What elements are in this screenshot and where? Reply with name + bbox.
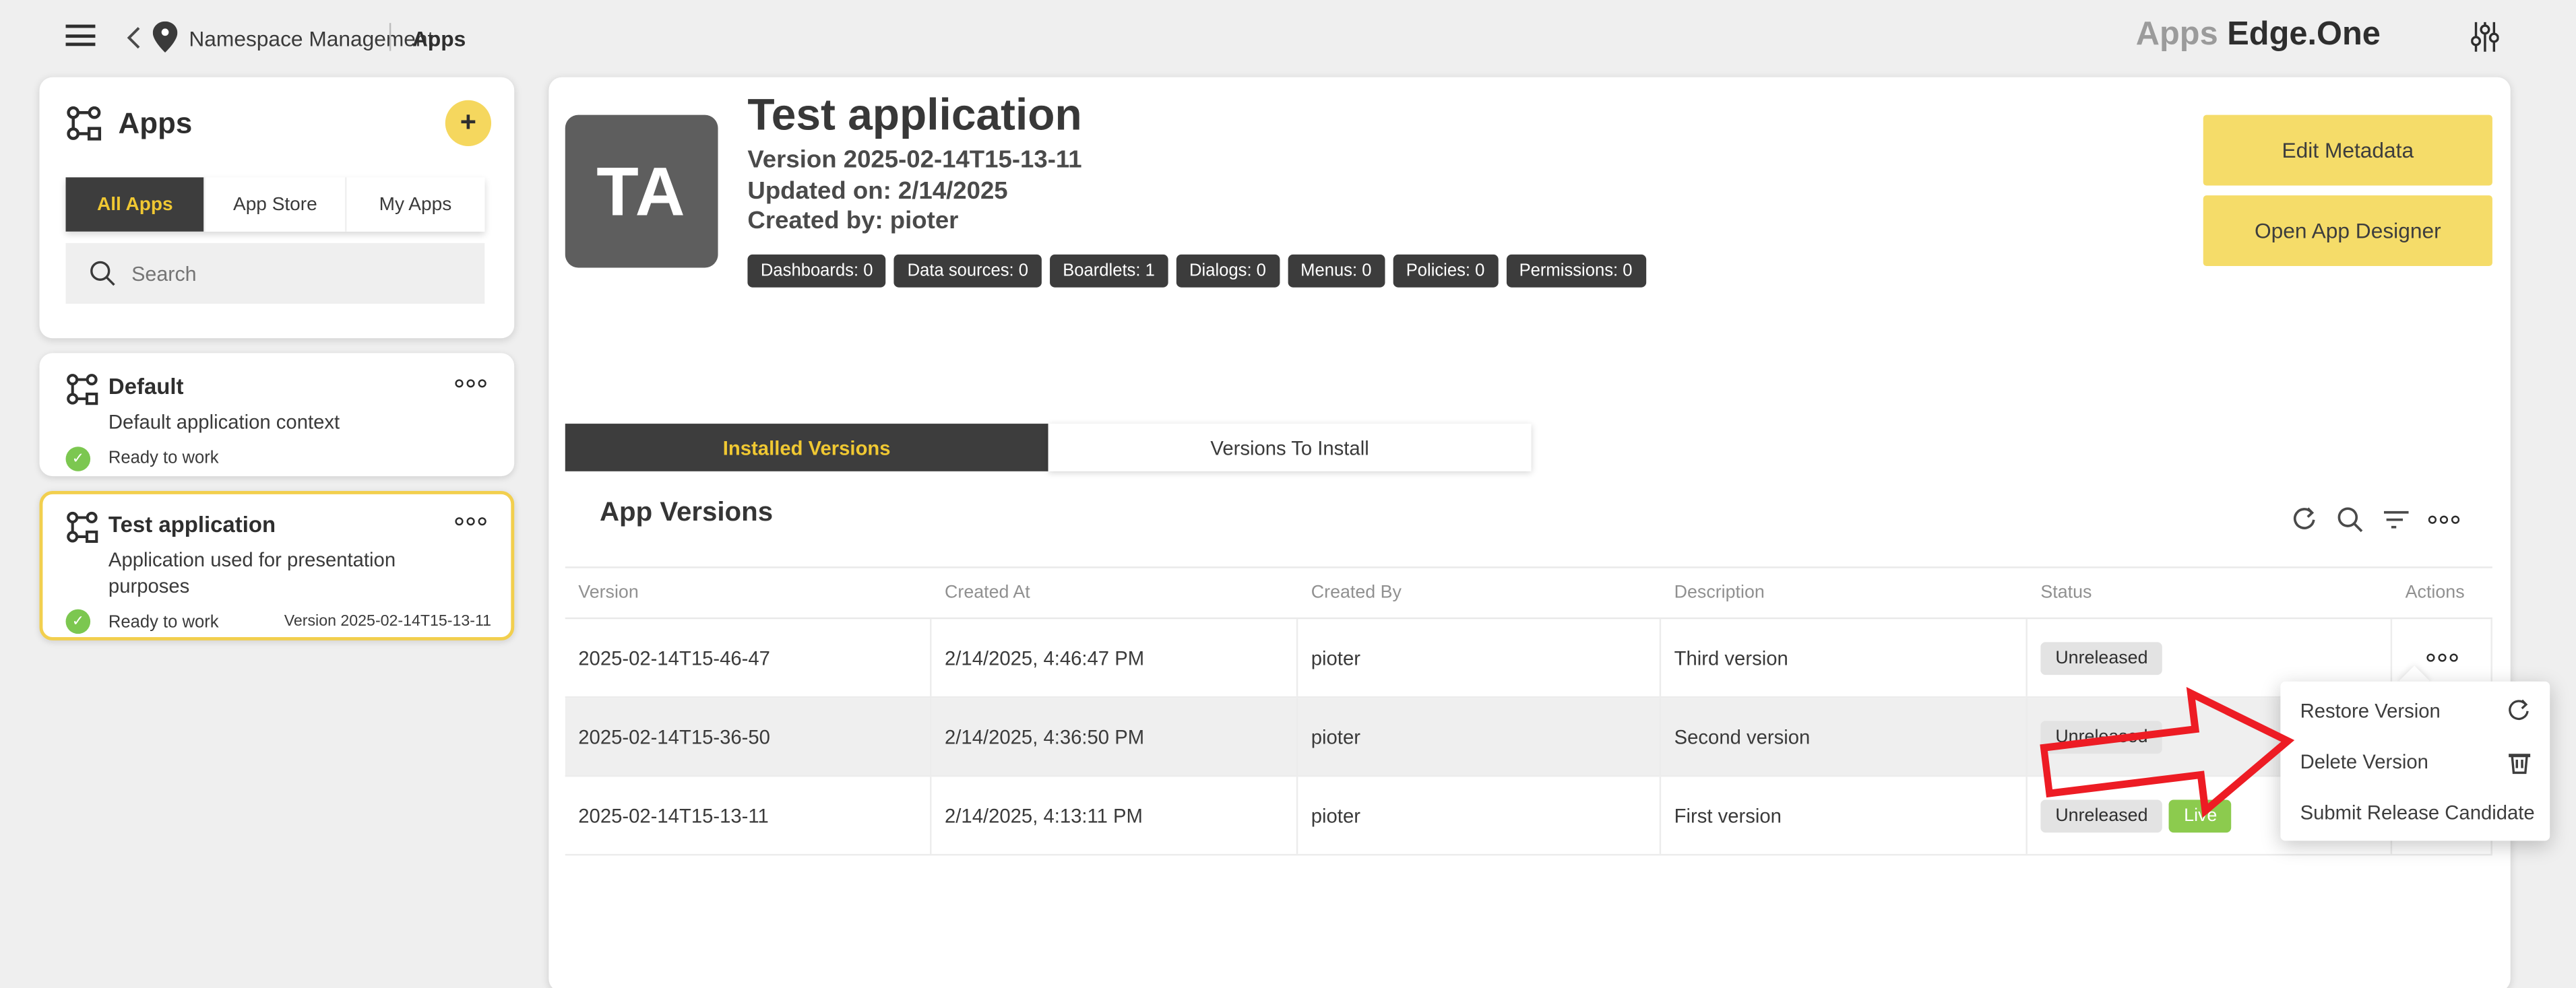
cell-version: 2025-02-14T15-36-50	[565, 698, 932, 775]
app-detail-panel: TA Test application Version 2025-02-14T1…	[548, 77, 2511, 988]
tab-my-apps[interactable]: My Apps	[344, 177, 485, 232]
table-row[interactable]: 2025-02-14T15-13-11 2/14/2025, 4:13:11 P…	[565, 777, 2492, 856]
status-badge: Unreleased	[2040, 720, 2163, 753]
badge-boardlets: Boardlets: 1	[1049, 254, 1168, 288]
table-row[interactable]: 2025-02-14T15-46-47 2/14/2025, 4:46:47 P…	[565, 619, 2492, 698]
filter-icon[interactable]	[2383, 507, 2410, 532]
breadcrumb-parent[interactable]: Namespace Management	[189, 26, 433, 51]
table-toolbar	[2290, 506, 2460, 533]
edit-metadata-button[interactable]: Edit Metadata	[2203, 114, 2492, 186]
tab-all-apps[interactable]: All Apps	[65, 177, 205, 232]
card-more-icon[interactable]	[455, 511, 491, 530]
menu-item-submit-release-candidate[interactable]: Submit Release Candidate	[2280, 787, 2550, 838]
cell-created-by: pioter	[1298, 619, 1662, 696]
app-created-line: Created by: pioter	[747, 207, 959, 235]
app-card-default[interactable]: Default Default application context ✓ Re…	[39, 353, 515, 477]
menu-item-delete-version[interactable]: Delete Version	[2280, 735, 2550, 787]
badge-permissions: Permissions: 0	[1506, 254, 1645, 288]
badge-data-sources: Data sources: 0	[894, 254, 1042, 288]
card-version: Version 2025-02-14T15-13-11	[284, 612, 492, 631]
card-description: Default application context	[108, 410, 340, 434]
table-header-row: Version Created At Created By Descriptio…	[565, 566, 2492, 620]
ready-check-icon: ✓	[65, 446, 91, 471]
status-badge: Unreleased	[2040, 799, 2163, 832]
trash-icon	[2509, 753, 2531, 773]
col-description: Description	[1674, 583, 1765, 603]
apps-grid-icon	[66, 105, 102, 141]
apps-grid-icon	[66, 372, 108, 405]
add-app-button[interactable]: +	[445, 100, 492, 147]
col-version: Version	[578, 583, 639, 603]
count-badges: Dashboards: 0 Data sources: 0 Boardlets:…	[747, 254, 1645, 288]
row-context-menu: Restore Version Delete Version Submit Re…	[2280, 681, 2550, 841]
cell-created-at: 2/14/2025, 4:46:47 PM	[932, 619, 1298, 696]
logo-bold: Edge.One	[2227, 16, 2381, 53]
cell-version: 2025-02-14T15-46-47	[565, 619, 932, 696]
badge-dialogs: Dialogs: 0	[1176, 254, 1280, 288]
cell-created-by: pioter	[1298, 777, 1662, 854]
open-app-designer-button[interactable]: Open App Designer	[2203, 195, 2492, 267]
breadcrumb-current: Apps	[412, 26, 466, 51]
live-badge: Live	[2169, 799, 2232, 832]
sliders-icon[interactable]	[2471, 20, 2499, 54]
apps-sidebar: Apps + All Apps App Store My Apps	[39, 77, 515, 339]
app-viewport: Namespace Management Apps Apps Edge.One …	[0, 0, 2576, 988]
section-title: App Versions	[599, 497, 774, 527]
menu-item-label: Restore Version	[2300, 698, 2441, 722]
search-icon[interactable]	[2336, 506, 2364, 533]
table-row[interactable]: 2025-02-14T15-36-50 2/14/2025, 4:36:50 P…	[565, 698, 2492, 777]
badge-menus: Menus: 0	[1287, 254, 1385, 288]
menu-item-restore-version[interactable]: Restore Version	[2280, 685, 2550, 736]
badge-dashboards: Dashboards: 0	[747, 254, 886, 288]
col-created-by: Created By	[1311, 583, 1402, 603]
cell-version: 2025-02-14T15-13-11	[565, 777, 932, 854]
card-title: Default	[108, 374, 184, 399]
cell-created-by: pioter	[1298, 698, 1662, 775]
menu-icon[interactable]	[65, 24, 96, 46]
card-status: Ready to work	[108, 612, 219, 632]
ready-check-icon: ✓	[65, 610, 91, 634]
menu-item-label: Submit Release Candidate	[2300, 800, 2535, 824]
search-input[interactable]	[65, 242, 485, 304]
menu-item-label: Delete Version	[2300, 750, 2428, 773]
sidebar-title: Apps	[118, 106, 193, 139]
breadcrumb-divider	[389, 23, 391, 51]
app-versions-table: Version Created At Created By Descriptio…	[565, 566, 2492, 856]
cell-description: Third version	[1661, 619, 2028, 696]
cell-description: Second version	[1661, 698, 2028, 775]
app-card-test-application[interactable]: Test application Application used for pr…	[39, 491, 515, 640]
card-title: Test application	[108, 512, 276, 537]
col-actions: Actions	[2405, 583, 2465, 603]
card-more-icon[interactable]	[455, 372, 491, 392]
logo-light: Apps	[2135, 16, 2218, 53]
status-badge: Unreleased	[2040, 641, 2163, 674]
location-pin-icon	[152, 21, 178, 53]
app-logo: Apps Edge.One	[2136, 16, 2381, 54]
cell-description: First version	[1661, 777, 2028, 854]
cell-created-at: 2/14/2025, 4:13:11 PM	[932, 777, 1298, 854]
card-status: Ready to work	[108, 448, 219, 469]
tab-versions-to-install[interactable]: Versions To Install	[1048, 424, 1532, 471]
screen: Namespace Management Apps Apps Edge.One …	[0, 0, 2576, 988]
tab-app-store[interactable]: App Store	[204, 177, 345, 232]
page-title: Test application	[747, 90, 1082, 140]
cell-created-at: 2/14/2025, 4:36:50 PM	[932, 698, 1298, 775]
col-created-at: Created At	[945, 583, 1030, 603]
badge-policies: Policies: 0	[1393, 254, 1498, 288]
app-version-line: Version 2025-02-14T15-13-11	[747, 146, 1082, 174]
sidebar-tabs: All Apps App Store My Apps	[65, 177, 485, 232]
more-icon[interactable]	[2428, 510, 2460, 529]
refresh-icon[interactable]	[2290, 506, 2318, 533]
back-icon[interactable]	[127, 26, 142, 49]
search-box	[65, 242, 485, 304]
card-description: Application used for presentation purpos…	[108, 548, 396, 597]
row-actions-icon[interactable]	[2426, 648, 2457, 667]
col-status: Status	[2040, 583, 2092, 603]
app-avatar: TA	[565, 114, 718, 268]
restore-icon	[2509, 698, 2529, 719]
apps-grid-icon	[66, 511, 108, 544]
app-updated-line: Updated on: 2/14/2025	[747, 177, 1008, 205]
tab-installed-versions[interactable]: Installed Versions	[565, 424, 1048, 471]
